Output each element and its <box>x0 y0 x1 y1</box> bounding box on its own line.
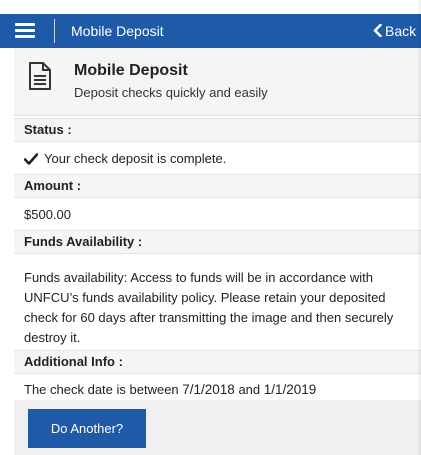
additional-info-prefix: The check date is between <box>24 382 183 397</box>
mobile-deposit-screen: Mobile Deposit Back Mobile Deposit Depos… <box>0 0 421 455</box>
additional-info-label: Additional Info : <box>14 350 421 374</box>
check-start-date: 7/1/2018 <box>182 382 235 397</box>
top-bar: Mobile Deposit Back <box>0 14 421 48</box>
status-row: Your check deposit is complete. <box>24 151 226 166</box>
checkmark-icon <box>24 152 38 165</box>
hamburger-menu-icon[interactable] <box>15 23 35 39</box>
status-label: Status : <box>14 118 421 142</box>
back-label: Back <box>385 23 417 39</box>
status-value: Your check deposit is complete. <box>44 151 227 166</box>
amount-value: $500.00 <box>24 207 71 222</box>
page-header: Mobile Deposit Deposit checks quickly an… <box>14 48 421 116</box>
chevron-left-icon <box>373 24 382 37</box>
page-subtitle: Deposit checks quickly and easily <box>74 85 268 100</box>
document-icon <box>29 62 51 90</box>
additional-info-middle: and <box>234 382 264 397</box>
page-title: Mobile Deposit <box>74 62 188 79</box>
funds-availability-label: Funds Availability : <box>14 230 421 254</box>
topbar-title: Mobile Deposit <box>71 23 164 39</box>
check-end-date: 1/1/2019 <box>263 382 317 397</box>
back-button[interactable]: Back <box>373 14 416 48</box>
amount-label: Amount : <box>14 174 421 198</box>
funds-availability-text: Funds availability: Access to funds will… <box>24 270 394 345</box>
additional-info-text: The check date is between 7/1/2018 and 1… <box>24 382 316 397</box>
do-another-button[interactable]: Do Another? <box>28 409 146 448</box>
topbar-divider <box>54 19 55 43</box>
